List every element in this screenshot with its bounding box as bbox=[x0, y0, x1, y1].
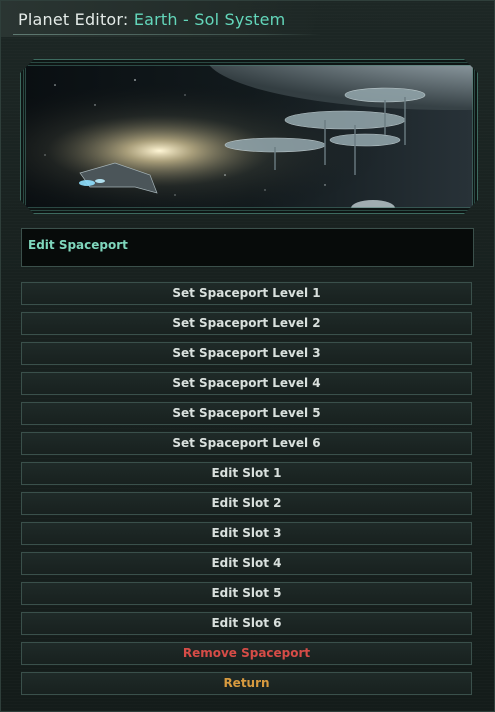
return-button[interactable]: Return bbox=[21, 672, 472, 695]
edit-slot-1-button[interactable]: Edit Slot 1 bbox=[21, 462, 472, 485]
set-spaceport-level-5-button[interactable]: Set Spaceport Level 5 bbox=[21, 402, 472, 425]
set-spaceport-level-1-button[interactable]: Set Spaceport Level 1 bbox=[21, 282, 472, 305]
edit-slot-4-button[interactable]: Edit Slot 4 bbox=[21, 552, 472, 575]
spaceport-banner bbox=[20, 59, 478, 214]
set-spaceport-level-6-button[interactable]: Set Spaceport Level 6 bbox=[21, 432, 472, 455]
edit-slot-3-button[interactable]: Edit Slot 3 bbox=[21, 522, 472, 545]
space-station-artwork bbox=[25, 65, 473, 208]
set-spaceport-level-3-button[interactable]: Set Spaceport Level 3 bbox=[21, 342, 472, 365]
edit-slot-6-button[interactable]: Edit Slot 6 bbox=[21, 612, 472, 635]
title-planet-name: Earth - Sol System bbox=[133, 10, 286, 29]
edit-spaceport-header: Edit Spaceport bbox=[21, 228, 474, 267]
set-spaceport-level-4-button[interactable]: Set Spaceport Level 4 bbox=[21, 372, 472, 395]
title-prefix: Planet Editor: bbox=[18, 10, 129, 29]
set-spaceport-level-2-button[interactable]: Set Spaceport Level 2 bbox=[21, 312, 472, 335]
planet-editor-window: Planet Editor: Earth - Sol System Edit S… bbox=[0, 0, 495, 712]
edit-slot-5-button[interactable]: Edit Slot 5 bbox=[21, 582, 472, 605]
title-underline bbox=[13, 34, 321, 35]
remove-spaceport-button[interactable]: Remove Spaceport bbox=[21, 642, 472, 665]
edit-slot-2-button[interactable]: Edit Slot 2 bbox=[21, 492, 472, 515]
window-title: Planet Editor: Earth - Sol System bbox=[18, 10, 285, 29]
section-title: Edit Spaceport bbox=[28, 238, 128, 252]
